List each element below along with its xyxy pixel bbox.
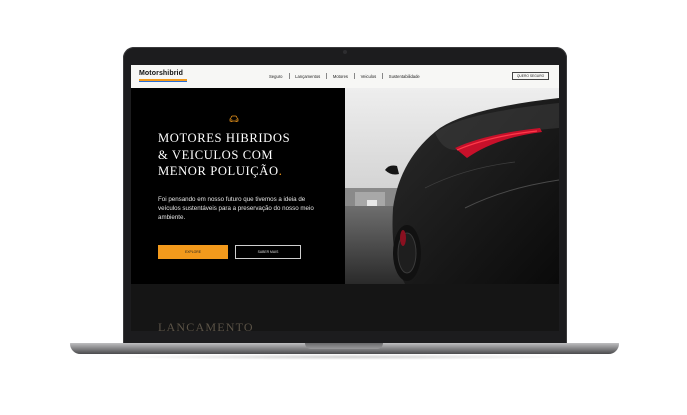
hero-heading-line-1: MOTORES HIBRIDOS <box>158 131 291 145</box>
hero-heading-dot: . <box>278 164 283 178</box>
quero-seguro-button[interactable]: QUERO SEGURO <box>512 72 549 80</box>
nav-link-motores[interactable]: Motores <box>327 74 354 79</box>
car-icon <box>229 115 239 122</box>
logo-underline-blue <box>139 81 187 82</box>
hero-car-image <box>345 88 559 284</box>
site-logo[interactable]: Motorshibrid <box>139 70 183 77</box>
nav-link-veiculos[interactable]: Veiculos <box>355 74 383 79</box>
main-nav: Seguro Lançamentos Motores Veiculos Sust… <box>263 73 426 79</box>
lancamento-section: LANCAMENTO <box>131 284 559 331</box>
hero-heading-line-2: & VEICULOS COM <box>158 147 274 162</box>
laptop-base-notch <box>305 343 383 349</box>
lancamento-heading: LANCAMENTO <box>158 320 254 331</box>
hero-heading-line-3: MENOR POLUIÇÃO. <box>158 163 338 180</box>
saber-mais-button[interactable]: SABER MAIS <box>235 245 301 259</box>
explore-button[interactable]: EXPLORE <box>158 245 228 259</box>
hero-heading: MOTORES HIBRIDOS & VEICULOS COM MENOR PO… <box>158 130 338 180</box>
nav-link-seguro[interactable]: Seguro <box>263 74 289 79</box>
sports-car-illustration <box>345 88 559 284</box>
nav-link-sustentabilidade[interactable]: Sustentabilidade <box>383 74 426 79</box>
hero-text-panel: MOTORES HIBRIDOS & VEICULOS COM MENOR PO… <box>131 88 345 284</box>
nav-link-lancamentos[interactable]: Lançamentos <box>289 74 326 79</box>
hero-description: Foi pensando em nosso futuro que tivemos… <box>158 196 314 221</box>
camera-icon <box>343 50 347 54</box>
laptop-shadow <box>110 354 580 360</box>
laptop-screen: Motorshibrid Seguro Lançamentos Motores … <box>131 65 559 331</box>
hero-heading-line-3-text: MENOR POLUIÇÃO <box>158 164 279 178</box>
site-header: Motorshibrid Seguro Lançamentos Motores … <box>131 65 559 88</box>
